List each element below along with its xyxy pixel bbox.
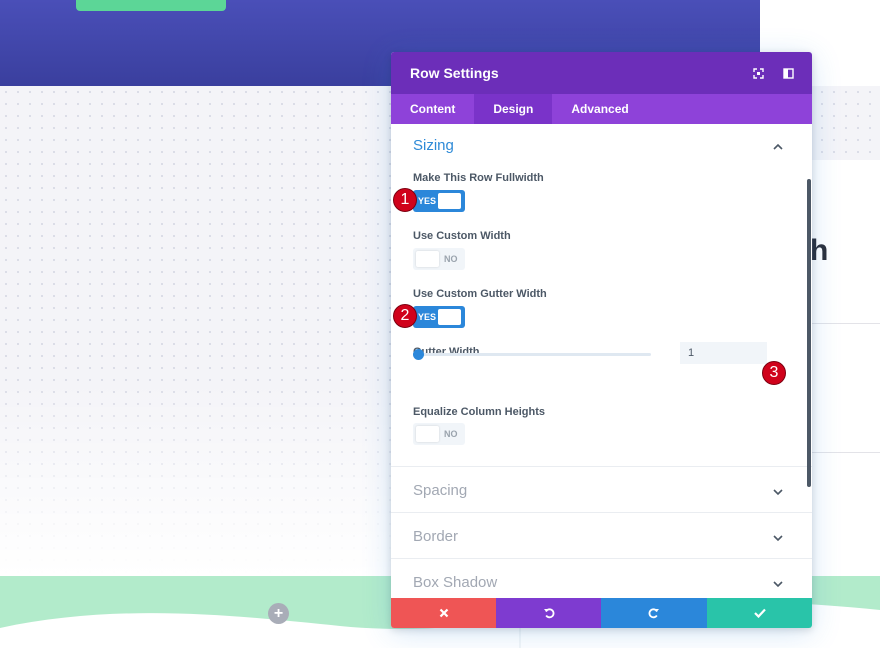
tab-content[interactable]: Content xyxy=(391,94,474,124)
section-title-sizing[interactable]: Sizing xyxy=(413,137,454,154)
gutter-width-slider-track[interactable] xyxy=(413,353,651,356)
custom-gutter-toggle[interactable]: YES xyxy=(413,306,465,328)
background-heading-fragment: h xyxy=(810,234,829,267)
redo-button[interactable] xyxy=(601,598,707,628)
equalize-heights-toggle[interactable]: NO xyxy=(413,423,465,445)
toggle-knob xyxy=(438,309,461,325)
gutter-width-slider-handle[interactable] xyxy=(413,349,424,360)
section-divider xyxy=(391,558,812,559)
chevron-down-icon[interactable] xyxy=(772,486,784,498)
option-label: Use Custom Gutter Width xyxy=(413,288,547,300)
redo-icon xyxy=(648,608,659,619)
modal-body: Sizing Make This Row Fullwidth YES Use C… xyxy=(391,124,812,598)
toggle-knob xyxy=(416,426,439,442)
option-label: Equalize Column Heights xyxy=(413,406,546,418)
scrollbar[interactable] xyxy=(807,179,811,487)
cancel-button[interactable] xyxy=(391,598,496,628)
gutter-width-input[interactable] xyxy=(680,342,767,364)
tab-advanced[interactable]: Advanced xyxy=(552,94,647,124)
toggle-state: NO xyxy=(444,429,458,439)
section-divider xyxy=(391,466,812,467)
option-label: Make This Row Fullwidth xyxy=(413,172,544,184)
modal-header: Row Settings xyxy=(391,52,812,94)
toggle-state: YES xyxy=(418,312,437,322)
toggle-knob xyxy=(438,193,461,209)
tab-design[interactable]: Design xyxy=(474,94,553,124)
modal-tabs: Content Design Advanced xyxy=(391,94,812,124)
close-icon xyxy=(439,608,448,618)
annotation-badge-2: 2 xyxy=(393,304,417,328)
row-settings-modal: Row Settings Content Design Advanced Siz… xyxy=(391,52,812,628)
modal-title: Row Settings xyxy=(410,65,499,81)
add-section-icon[interactable]: + xyxy=(268,603,289,624)
save-button[interactable] xyxy=(707,598,812,628)
fullscreen-icon[interactable] xyxy=(751,66,765,80)
chevron-down-icon[interactable] xyxy=(772,532,784,544)
background-divider xyxy=(812,323,880,324)
section-title-spacing[interactable]: Spacing xyxy=(413,482,467,499)
section-title-box-shadow[interactable]: Box Shadow xyxy=(413,574,497,591)
background-card xyxy=(812,160,880,580)
split-view-icon[interactable] xyxy=(781,66,795,80)
chevron-down-icon[interactable] xyxy=(772,578,784,590)
option-label: Use Custom Width xyxy=(413,230,511,242)
undo-icon xyxy=(543,608,554,619)
modal-footer xyxy=(391,598,812,628)
chevron-up-icon[interactable] xyxy=(772,141,784,153)
section-divider xyxy=(391,512,812,513)
toggle-state: YES xyxy=(418,196,437,206)
custom-width-toggle[interactable]: NO xyxy=(413,248,465,270)
toggle-knob xyxy=(416,251,439,267)
check-icon xyxy=(753,608,766,618)
undo-button[interactable] xyxy=(496,598,601,628)
toggle-state: NO xyxy=(444,254,458,264)
annotation-badge-3: 3 xyxy=(762,361,786,385)
background-divider xyxy=(812,452,880,453)
hero-button[interactable] xyxy=(76,0,226,11)
fullwidth-toggle[interactable]: YES xyxy=(413,190,465,212)
annotation-badge-1: 1 xyxy=(393,188,417,212)
section-title-border[interactable]: Border xyxy=(413,528,458,545)
